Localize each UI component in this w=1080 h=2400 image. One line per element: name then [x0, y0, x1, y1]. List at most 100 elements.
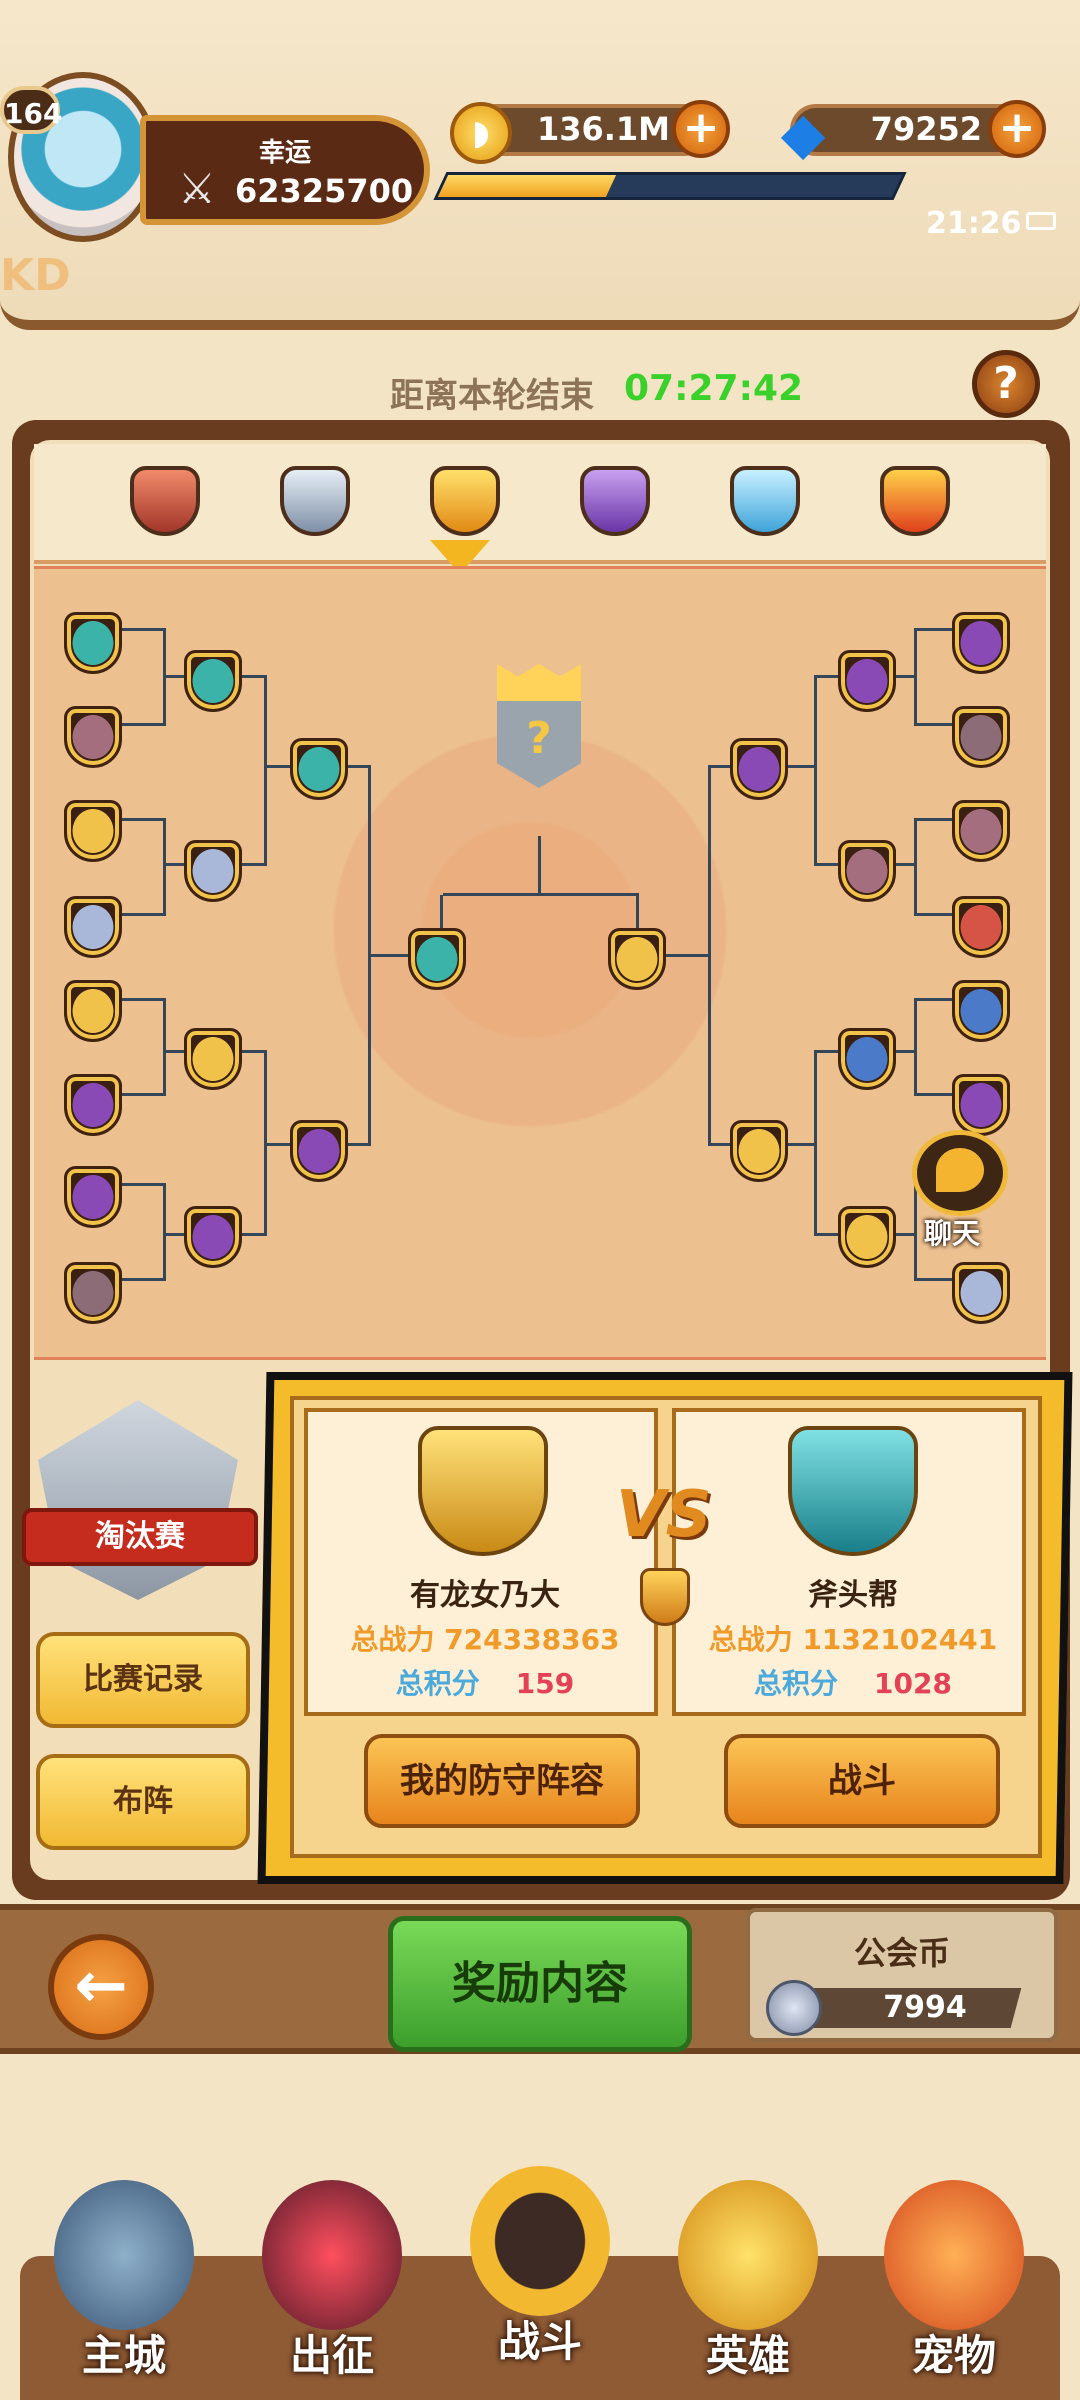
back-button[interactable]: ←: [48, 1934, 154, 2040]
guild-emblem-icon[interactable]: [730, 738, 788, 800]
guild-emblem-icon[interactable]: [184, 840, 242, 902]
chat-bubble-icon: [936, 1148, 984, 1192]
expedition-icon: [262, 2180, 402, 2330]
knockout-label: 淘汰赛: [22, 1508, 258, 1566]
guild-emblem-icon[interactable]: [64, 980, 122, 1042]
guild-emblem-icon[interactable]: [64, 612, 122, 674]
bracket-line: [814, 675, 840, 678]
nav-label-main-city: 主城: [81, 2331, 166, 2380]
match-crown-icon: [640, 1568, 690, 1626]
bracket-line: [370, 954, 410, 957]
guild-coin-value: 7994: [883, 1990, 967, 2025]
guild-coin-label: 公会币: [853, 1934, 950, 1972]
vs-label: VS: [616, 1478, 712, 1552]
tier-purple-icon[interactable]: [580, 466, 650, 536]
tier-gold-icon[interactable]: [430, 466, 500, 536]
round-countdown: 07:27:42: [624, 368, 804, 409]
nav-label-pet: 宠物: [911, 2331, 996, 2380]
bracket-line: [914, 818, 917, 916]
guild-emblem-icon[interactable]: [838, 650, 896, 712]
guild-emblem-icon[interactable]: [64, 1166, 122, 1228]
combat-power-value: 62325700: [235, 172, 414, 210]
guild-emblem-icon[interactable]: [184, 650, 242, 712]
guild-emblem-icon[interactable]: [952, 1074, 1010, 1136]
tier-diamond-icon[interactable]: [730, 466, 800, 536]
guild-emblem-icon[interactable]: [730, 1120, 788, 1182]
guild-emblem-icon[interactable]: [290, 738, 348, 800]
guild-emblem-icon[interactable]: [838, 840, 896, 902]
crossed-swords-icon: ⚔: [178, 164, 216, 213]
nav-label-hero: 英雄: [705, 2331, 790, 2380]
help-button[interactable]: ?: [972, 350, 1040, 418]
guild-emblem-icon[interactable]: [952, 980, 1010, 1042]
team-right-power: 总战力 1132102441: [708, 1623, 998, 1656]
guild-emblem-icon[interactable]: [838, 1028, 896, 1090]
guild-emblem-icon[interactable]: [952, 800, 1010, 862]
nav-hero[interactable]: 英雄: [668, 2180, 828, 2390]
tier-legend-icon[interactable]: [880, 466, 950, 536]
guild-emblem-icon[interactable]: [64, 896, 122, 958]
guild-emblem-icon[interactable]: [64, 1074, 122, 1136]
bracket-line: [163, 818, 166, 916]
experience-bar: [433, 172, 907, 200]
add-gems-button[interactable]: +: [988, 100, 1046, 158]
team-left-score-label: 总积分: [395, 1667, 480, 1700]
guild-emblem-icon[interactable]: [952, 612, 1010, 674]
bracket-line: [914, 628, 917, 726]
nav-label-battle: 战斗: [497, 2317, 582, 2366]
nav-main-city[interactable]: 主城: [44, 2180, 204, 2390]
chat-label: 聊天: [924, 1217, 981, 1250]
status-clock: 21:26: [926, 206, 1022, 241]
guild-emblem-icon[interactable]: [952, 1262, 1010, 1324]
guild-emblem-icon[interactable]: [952, 896, 1010, 958]
guild-emblem-icon[interactable]: [64, 800, 122, 862]
bracket-line: [708, 765, 711, 1146]
team-left-emblem-icon: [418, 1426, 548, 1556]
battle-icon: [470, 2166, 610, 2316]
team-left-score: 总积分 159: [308, 1662, 662, 1702]
bracket-line: [914, 1183, 917, 1281]
guild-emblem-icon[interactable]: [952, 706, 1010, 768]
nav-pet[interactable]: 宠物: [874, 2180, 1034, 2390]
team-right-card: 斧头帮 总战力 1132102441 总积分 1028: [672, 1408, 1026, 1716]
bracket-line: [814, 1233, 840, 1236]
gem-value: 79252: [870, 110, 982, 148]
bracket-line: [538, 836, 541, 894]
guild-emblem-icon[interactable]: [290, 1120, 348, 1182]
add-gold-button[interactable]: +: [672, 100, 730, 158]
guild-emblem-icon[interactable]: [408, 928, 466, 990]
gold-coin-icon: ◗: [450, 102, 512, 164]
bracket-line: [240, 863, 266, 866]
guild-emblem-icon[interactable]: [608, 928, 666, 990]
bracket-line: [240, 675, 266, 678]
guild-emblem-icon[interactable]: [184, 1206, 242, 1268]
tier-bronze-icon[interactable]: [130, 466, 200, 536]
battery-icon: [1026, 212, 1056, 230]
player-level-badge: 164: [0, 86, 62, 134]
corner-watermark-text: KD: [0, 250, 71, 301]
nav-expedition[interactable]: 出征: [252, 2180, 412, 2390]
team-right-name: 斧头帮: [808, 1578, 898, 1613]
pet-icon: [884, 2180, 1024, 2330]
guild-emblem-icon[interactable]: [838, 1206, 896, 1268]
bracket-line: [443, 893, 639, 896]
gold-value: 136.1M: [536, 110, 670, 148]
guild-emblem-icon[interactable]: [64, 706, 122, 768]
bracket-line: [814, 863, 840, 866]
nav-label-expedition: 出征: [289, 2331, 374, 2380]
bracket-line: [240, 1233, 266, 1236]
bracket-line: [163, 998, 166, 1096]
tier-silver-icon[interactable]: [280, 466, 350, 536]
my-defense-lineup-button[interactable]: 我的防守阵容: [364, 1734, 640, 1828]
bracket-line: [240, 1050, 266, 1053]
nav-battle[interactable]: 战斗: [460, 2166, 620, 2376]
bracket-line: [814, 1050, 840, 1053]
battle-button[interactable]: 战斗: [724, 1734, 1000, 1828]
match-record-button[interactable]: 比赛记录: [36, 1632, 250, 1728]
hero-icon: [678, 2180, 818, 2330]
guild-emblem-icon[interactable]: [184, 1028, 242, 1090]
reward-content-button[interactable]: 奖励内容: [388, 1916, 692, 2052]
formation-button[interactable]: 布阵: [36, 1754, 250, 1850]
castle-icon: [54, 2180, 194, 2330]
guild-emblem-icon[interactable]: [64, 1262, 122, 1324]
